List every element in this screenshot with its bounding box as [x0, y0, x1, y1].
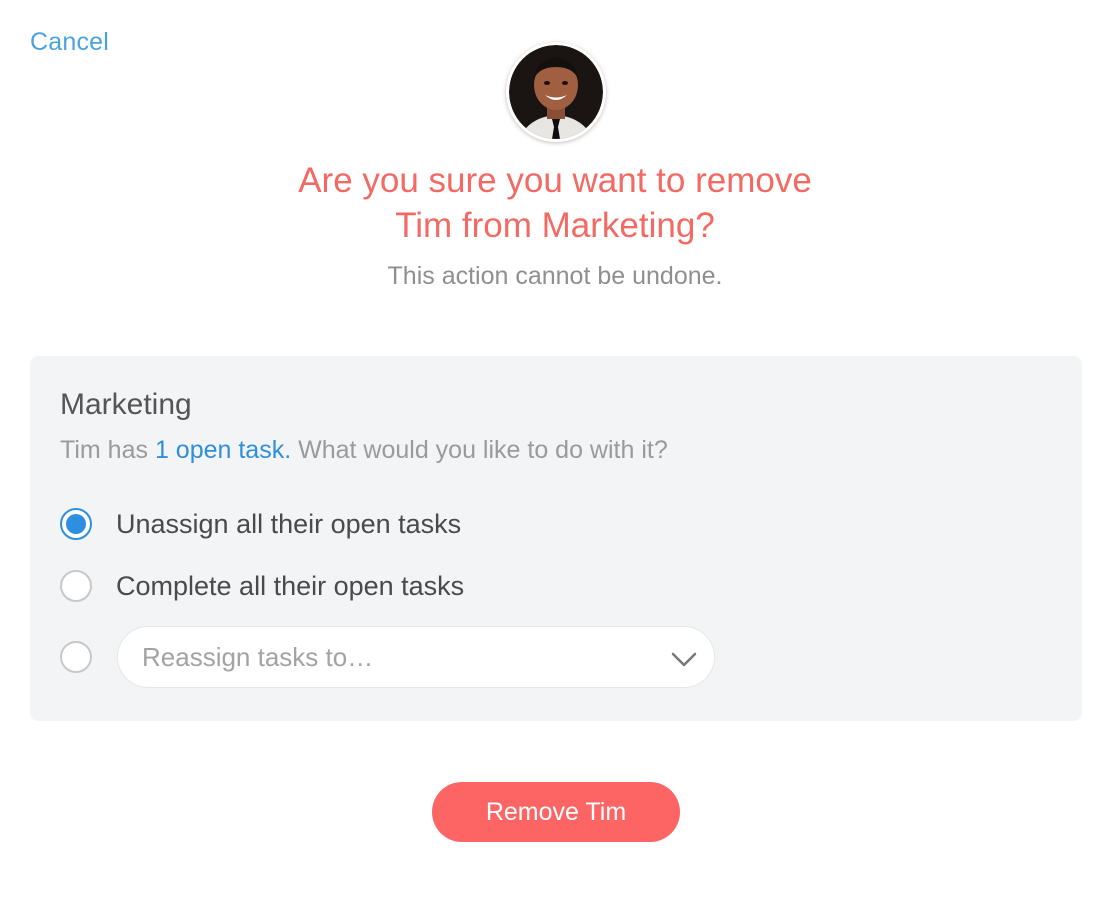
- confirm-title-line1: Are you sure you want to remove: [298, 161, 812, 200]
- option-unassign-label: Unassign all their open tasks: [116, 508, 462, 539]
- cancel-link[interactable]: Cancel: [30, 28, 109, 57]
- radio-complete[interactable]: [60, 570, 92, 602]
- confirm-title-line2: Tim from Marketing?: [395, 206, 715, 245]
- desc-suffix: What would you like to do with it?: [298, 436, 668, 464]
- option-complete-label: Complete all their open tasks: [116, 570, 465, 601]
- team-name: Marketing: [60, 388, 192, 421]
- reassign-placeholder: Reassign tasks to…: [142, 642, 374, 672]
- radio-unassign[interactable]: [60, 508, 92, 540]
- user-photo: [509, 45, 603, 139]
- chevron-down-icon: [671, 652, 697, 667]
- confirm-title: Are you sure you want to remove Tim from…: [0, 158, 1110, 248]
- radio-reassign[interactable]: [60, 641, 92, 673]
- open-tasks-link[interactable]: 1 open task.: [155, 436, 291, 464]
- option-reassign[interactable]: [60, 641, 92, 673]
- reassign-select[interactable]: Reassign tasks to…: [117, 626, 715, 688]
- desc-prefix: Tim has: [60, 436, 148, 464]
- task-options-panel: Marketing Tim has 1 open task. What woul…: [30, 356, 1082, 721]
- option-complete[interactable]: Complete all their open tasks: [60, 570, 464, 602]
- confirm-subtitle: This action cannot be undone.: [387, 262, 723, 290]
- remove-member-button[interactable]: Remove Tim: [432, 782, 680, 842]
- avatar: [506, 42, 606, 142]
- option-unassign[interactable]: Unassign all their open tasks: [60, 508, 461, 540]
- open-tasks-description: Tim has 1 open task. What would you like…: [60, 436, 668, 465]
